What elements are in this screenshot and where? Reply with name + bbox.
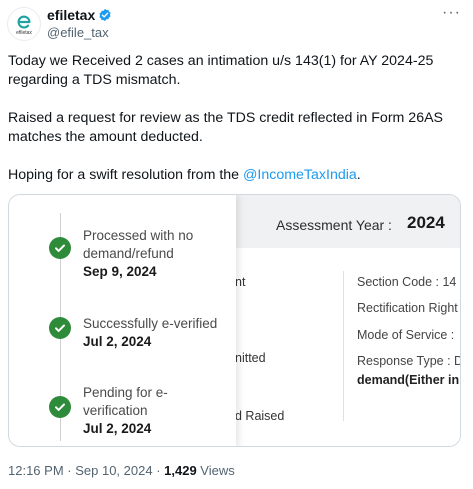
more-options-icon[interactable]: ···	[442, 5, 461, 21]
timeline-status: demand/refund	[83, 246, 174, 261]
views-label: Views	[196, 463, 235, 478]
assessment-year-value: 2024	[407, 213, 445, 232]
tweet-date[interactable]: Sep 10, 2024	[75, 463, 152, 478]
mention-link[interactable]: @IncomeTaxIndia	[243, 167, 357, 183]
assessment-year-label: Assessment Year :	[276, 217, 392, 233]
column-divider	[343, 271, 344, 421]
tweet-text: Today we Received 2 cases an intimation …	[8, 52, 466, 204]
timeline-date: Sep 9, 2024	[83, 264, 157, 279]
tweet-time[interactable]: 12:16 PM	[8, 463, 64, 478]
obscured-text-fragment: nt	[235, 275, 246, 289]
author-name-row: efiletax	[47, 7, 112, 23]
status-timeline-card: Processed with no demand/refund Sep 9, 2…	[9, 195, 236, 446]
timeline-step: Successfully e-verified Jul 2, 2024	[83, 315, 217, 351]
tweet-text-fragment: .	[356, 167, 361, 183]
meta-separator: ·	[63, 463, 76, 478]
views-count: 1,429	[164, 463, 197, 478]
mode-of-service-text: Mode of Service :	[357, 328, 455, 342]
tweet-image[interactable]: Assessment Year : 2024 nt nitted d Raise…	[8, 194, 461, 447]
check-circle-icon	[49, 317, 71, 339]
check-circle-icon	[49, 237, 71, 259]
section-code-text: Section Code : 14	[357, 275, 457, 289]
meta-separator: ·	[152, 463, 165, 478]
rectification-right-text: Rectification Right	[357, 301, 458, 315]
tweet-paragraph: Hoping for a swift resolution from the @…	[8, 166, 466, 185]
timeline-date: Jul 2, 2024	[83, 334, 152, 349]
tweet-meta: 12:16 PM · Sep 10, 2024 · 1,429 Views	[8, 463, 235, 478]
verified-badge-icon	[99, 8, 111, 22]
timeline-status: Processed with no	[83, 228, 194, 243]
obscured-text-fragment: d Raised	[235, 409, 285, 423]
timeline-status: Successfully e-verified	[83, 316, 218, 331]
obscured-text-fragment: nitted	[235, 351, 266, 365]
tweet-paragraph: Today we Received 2 cases an intimation …	[8, 53, 434, 88]
author-display-name[interactable]: efiletax	[47, 7, 95, 23]
response-type-text: Response Type : D	[357, 354, 461, 368]
timeline-status: Pending for e-	[83, 385, 168, 400]
avatar-logo-text: efiletax	[16, 29, 32, 36]
tweet-text-fragment: Hoping for a swift resolution from the	[8, 167, 243, 183]
check-circle-icon	[49, 396, 71, 418]
tweet-paragraph: Raised a request for review as the TDS c…	[8, 110, 444, 145]
efiletax-logo-icon	[17, 15, 31, 28]
timeline-status: verification	[83, 403, 148, 418]
response-detail-text: demand(Either in F	[357, 373, 461, 387]
author-handle[interactable]: @efile_tax	[47, 25, 109, 40]
timeline-step: Pending for e- verification Jul 2, 2024	[83, 384, 168, 438]
timeline-step: Processed with no demand/refund Sep 9, 2…	[83, 227, 193, 281]
avatar[interactable]: efiletax	[7, 7, 41, 41]
timeline-date: Jul 2, 2024	[83, 421, 152, 436]
